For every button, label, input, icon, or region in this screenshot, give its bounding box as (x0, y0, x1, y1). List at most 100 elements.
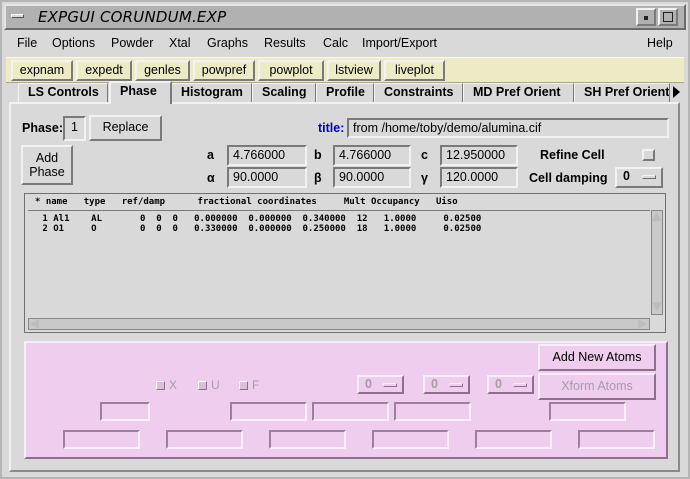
window-title: EXPGUI CORUNDUM.EXP (38, 8, 227, 26)
atom-occupancy-field[interactable] (549, 402, 626, 421)
atom-x-field[interactable] (230, 402, 307, 421)
cell-alpha-label: α (207, 171, 215, 185)
refine-x-label: X (169, 378, 178, 392)
atom-list[interactable]: 1 Al1 AL 0 0 0 0.000000 0.000000 0.34000… (28, 210, 650, 314)
refine-u-checkbox[interactable]: U (198, 378, 220, 392)
atom-y-field[interactable] (312, 402, 389, 421)
tab-constraints[interactable]: Constraints (374, 83, 463, 102)
menu-results[interactable]: Results (264, 36, 306, 50)
tab-md-pref-orient[interactable]: MD Pref Orient (463, 83, 574, 102)
u-damping-menu[interactable]: 0 (423, 375, 470, 394)
cell-damping-menu[interactable]: 0 (615, 167, 663, 188)
refine-x-checkbox[interactable]: X (156, 378, 177, 392)
liveplot-button[interactable]: liveplot (384, 60, 445, 81)
add-phase-button[interactable]: Add Phase (21, 145, 73, 185)
cell-beta-input[interactable]: 90.0000 (333, 167, 411, 188)
refine-cell-checkbox[interactable] (642, 149, 655, 161)
scroll-up-icon[interactable] (652, 212, 662, 221)
lstview-button[interactable]: lstview (327, 60, 381, 81)
maximize-icon (663, 12, 673, 22)
add-phase-label-2: Phase (29, 165, 65, 179)
x-damping-value: 0 (365, 377, 372, 391)
tab-ls-controls[interactable]: LS Controls (18, 83, 108, 102)
checkbox-icon (198, 381, 207, 390)
minimize-icon (644, 16, 648, 20)
cell-damping-label: Cell damping (529, 171, 608, 185)
atom-u33-field[interactable] (269, 430, 346, 449)
scroll-left-icon[interactable] (30, 319, 39, 329)
refine-f-checkbox[interactable]: F (239, 378, 259, 392)
atom-label-field[interactable] (100, 402, 150, 421)
tab-histogram[interactable]: Histogram (171, 83, 252, 102)
title-label: title: (318, 121, 345, 135)
menu-indicator-icon (642, 175, 656, 179)
atom-row[interactable]: 2 O1 O 0 0 0 0.330000 0.000000 0.250000 … (37, 224, 481, 234)
cell-a-label: a (207, 148, 214, 162)
menu-file[interactable]: File (17, 36, 37, 50)
window-menu-button[interactable] (8, 8, 30, 26)
atom-u11-field[interactable] (63, 430, 140, 449)
f-damping-value: 0 (495, 377, 502, 391)
atom-u22-field[interactable] (166, 430, 243, 449)
menu-import-export[interactable]: Import/Export (362, 36, 437, 50)
phase-number[interactable]: 1 (63, 116, 86, 141)
cell-c-label: c (421, 148, 428, 162)
menu-help[interactable]: Help (647, 36, 673, 50)
atom-list-header: * name type ref/damp fractional coordina… (35, 197, 458, 207)
menu-xtal[interactable]: Xtal (169, 36, 191, 50)
refine-f-label: F (252, 378, 260, 392)
tab-profile[interactable]: Profile (316, 83, 374, 102)
cell-c-input[interactable]: 12.950000 (440, 145, 518, 166)
add-phase-label-1: Add (35, 151, 59, 165)
atom-z-field[interactable] (394, 402, 471, 421)
expedt-button[interactable]: expedt (76, 60, 132, 81)
replace-button[interactable]: Replace (89, 115, 162, 141)
title-input[interactable]: from /home/toby/demo/alumina.cif (347, 118, 669, 138)
cell-b-label: b (314, 148, 322, 162)
atom-list-vscrollbar[interactable] (651, 210, 663, 315)
cell-gamma-label: γ (421, 171, 428, 185)
atom-list-hscrollbar[interactable] (28, 318, 650, 330)
menu-powder[interactable]: Powder (111, 36, 153, 50)
window-menu-icon (11, 14, 24, 18)
genles-button[interactable]: genles (135, 60, 190, 81)
menu-graphs[interactable]: Graphs (207, 36, 248, 50)
atom-list-box: * name type ref/damp fractional coordina… (24, 193, 666, 333)
cell-alpha-input[interactable]: 90.0000 (227, 167, 307, 188)
refine-u-label: U (211, 378, 220, 392)
atom-editor-panel: Add New Atoms Xform Atoms X U F 0 0 0 (24, 341, 668, 459)
cell-beta-label: β (314, 171, 322, 185)
toolbar: expnam expedt genles powpref powplot lst… (6, 57, 684, 83)
tab-phase[interactable]: Phase (109, 81, 172, 104)
menu-bar: File Options Powder Xtal Graphs Results … (6, 32, 684, 56)
maximize-button[interactable] (658, 8, 678, 26)
cell-a-input[interactable]: 4.766000 (227, 145, 307, 166)
add-new-atoms-button[interactable]: Add New Atoms (538, 344, 656, 371)
atom-u23-field[interactable] (578, 430, 655, 449)
x-damping-menu[interactable]: 0 (357, 375, 404, 394)
powpref-button[interactable]: powpref (193, 60, 255, 81)
powplot-button[interactable]: powplot (258, 60, 324, 81)
f-damping-menu[interactable]: 0 (487, 375, 534, 394)
tab-scroll-right-icon[interactable] (670, 85, 682, 99)
refine-cell-label: Refine Cell (540, 148, 605, 162)
checkbox-icon (156, 381, 165, 390)
cell-gamma-input[interactable]: 120.0000 (440, 167, 518, 188)
scroll-down-icon[interactable] (652, 302, 662, 311)
tab-sh-pref-orient[interactable]: SH Pref Orient (574, 83, 670, 102)
phase-label: Phase: (22, 121, 63, 135)
atom-u13-field[interactable] (475, 430, 552, 449)
menu-indicator-icon (383, 383, 397, 387)
cell-b-input[interactable]: 4.766000 (333, 145, 411, 166)
atom-row[interactable]: 1 Al1 AL 0 0 0 0.000000 0.000000 0.34000… (37, 214, 481, 224)
menu-indicator-icon (449, 383, 463, 387)
menu-calc[interactable]: Calc (323, 36, 348, 50)
scroll-right-icon[interactable] (638, 319, 647, 329)
xform-atoms-button[interactable]: Xform Atoms (538, 373, 656, 400)
atom-u12-field[interactable] (372, 430, 449, 449)
menu-options[interactable]: Options (52, 36, 95, 50)
tab-scaling[interactable]: Scaling (252, 83, 316, 102)
minimize-button[interactable] (636, 8, 656, 26)
expnam-button[interactable]: expnam (11, 60, 73, 81)
title-bar[interactable]: EXPGUI CORUNDUM.EXP (4, 4, 686, 30)
